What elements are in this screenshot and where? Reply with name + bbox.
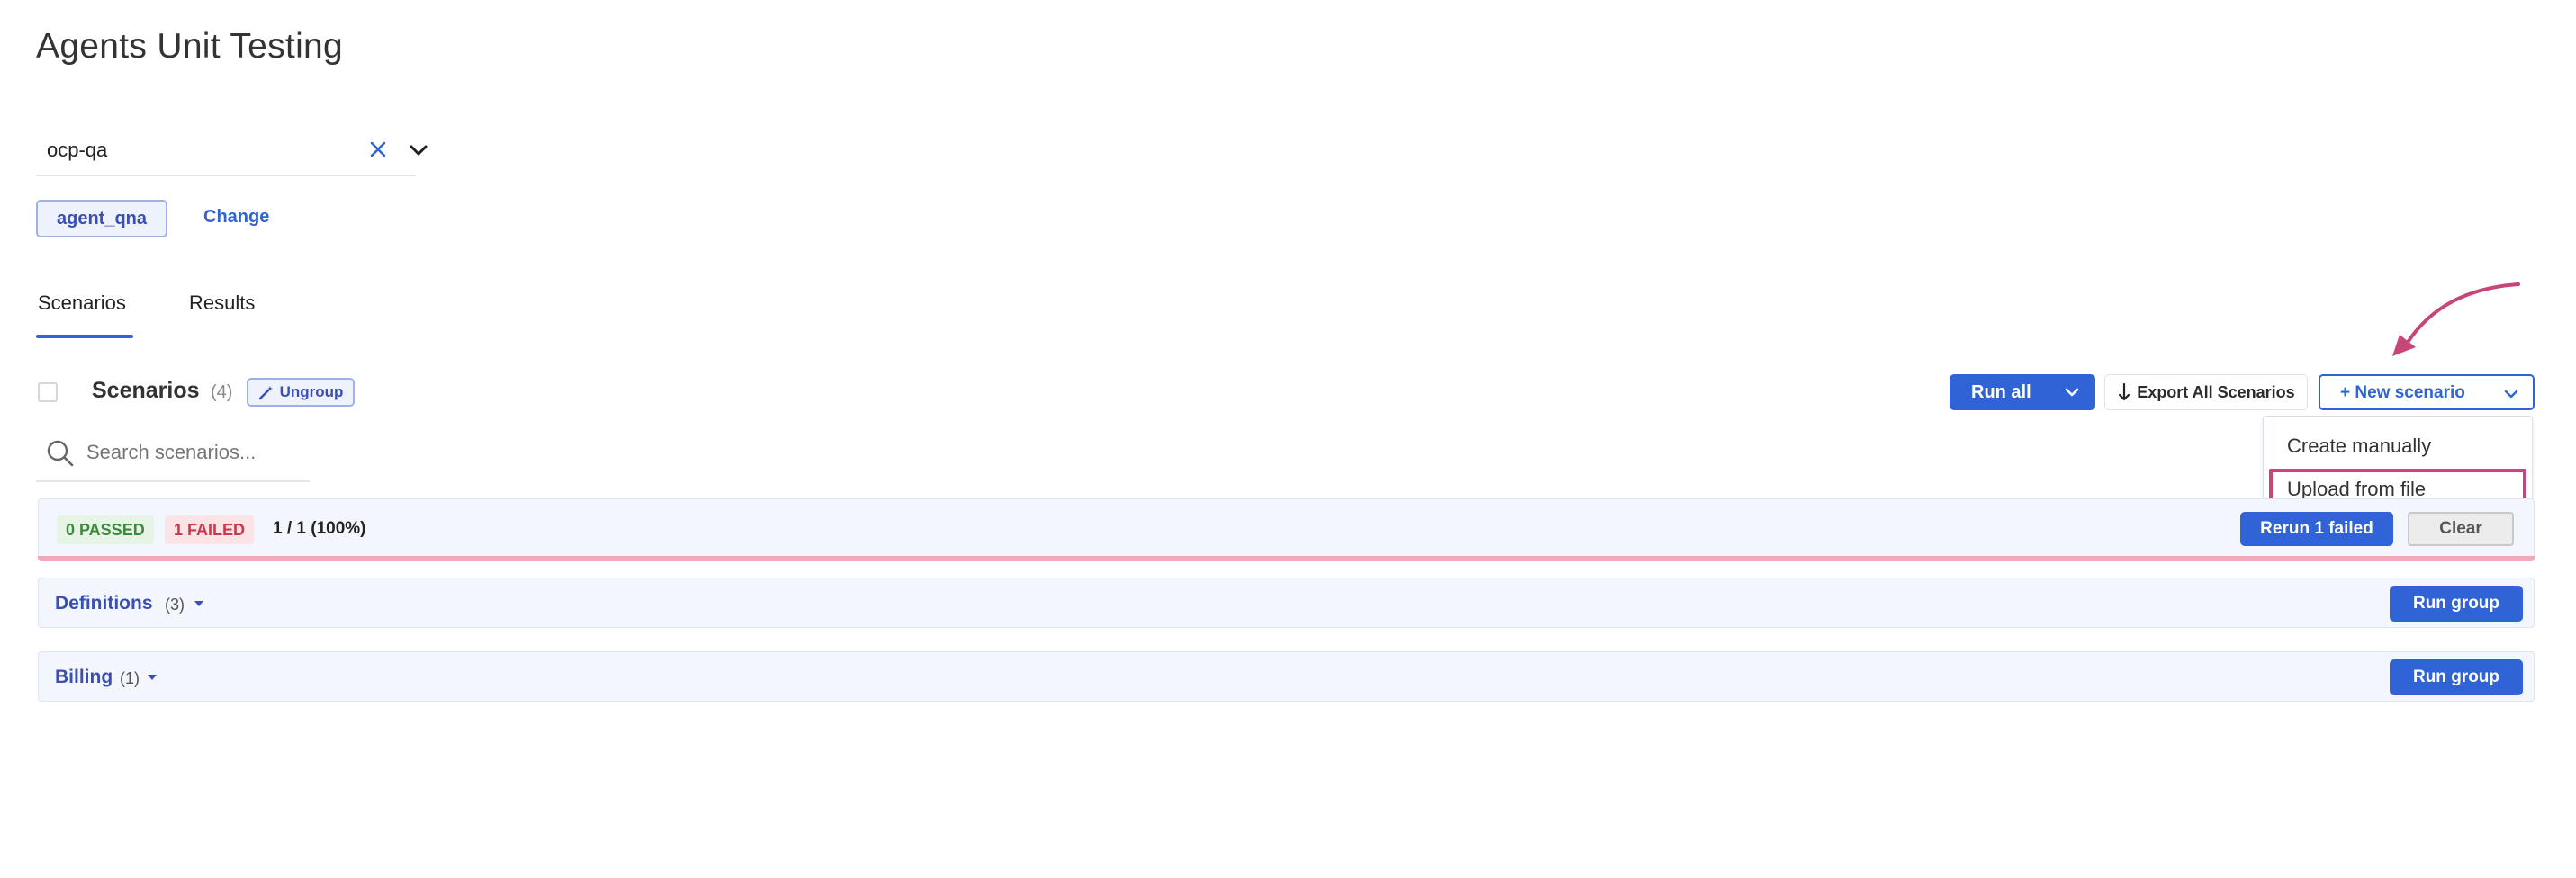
scenarios-heading: Scenarios bbox=[92, 378, 200, 403]
annotation-arrow-icon bbox=[2392, 282, 2520, 356]
project-select-value: ocp-qa bbox=[47, 139, 108, 161]
ungroup-button[interactable]: Ungroup bbox=[247, 378, 355, 407]
download-icon bbox=[2119, 382, 2130, 401]
page-title: Agents Unit Testing bbox=[36, 27, 344, 66]
ungroup-label: Ungroup bbox=[279, 383, 344, 400]
group-count: (1) bbox=[120, 669, 140, 687]
search-underline bbox=[36, 480, 310, 482]
search-icon bbox=[47, 440, 74, 467]
caret-down-icon[interactable] bbox=[192, 596, 206, 611]
search-input[interactable] bbox=[86, 441, 302, 464]
select-all-checkbox[interactable] bbox=[38, 382, 58, 402]
chevron-down-icon[interactable] bbox=[405, 137, 432, 164]
export-all-scenarios-button[interactable]: Export All Scenarios bbox=[2104, 374, 2308, 410]
clear-button[interactable]: Clear bbox=[2408, 512, 2514, 546]
active-tab-indicator bbox=[36, 335, 133, 338]
passed-badge: 0 PASSED bbox=[57, 515, 154, 544]
run-group-button[interactable]: Run group bbox=[2390, 586, 2523, 622]
group-name: Billing bbox=[55, 667, 113, 687]
tab-scenarios[interactable]: Scenarios bbox=[38, 291, 126, 315]
rerun-failed-button[interactable]: Rerun 1 failed bbox=[2240, 512, 2393, 546]
scenarios-count: (4) bbox=[211, 382, 233, 402]
tabs: Scenarios Results bbox=[36, 286, 306, 340]
run-all-label: Run all bbox=[1971, 382, 2031, 402]
chevron-down-icon[interactable] bbox=[2500, 383, 2522, 405]
failed-badge: 1 FAILED bbox=[165, 515, 255, 544]
run-group-button[interactable]: Run group bbox=[2390, 659, 2523, 695]
agent-chip: agent_qna bbox=[36, 200, 167, 237]
results-summary-row: 0 PASSED 1 FAILED 1 / 1 (100%) Rerun 1 f… bbox=[38, 498, 2535, 560]
magic-wand-icon bbox=[258, 386, 273, 400]
run-all-button[interactable]: Run all bbox=[1950, 374, 2095, 410]
group-count: (3) bbox=[165, 596, 185, 614]
new-scenario-label: + New scenario bbox=[2340, 383, 2465, 402]
results-progress-bar bbox=[38, 556, 2535, 561]
export-label: Export All Scenarios bbox=[2137, 382, 2295, 401]
progress-text: 1 / 1 (100%) bbox=[273, 519, 366, 538]
caret-down-icon[interactable] bbox=[145, 670, 159, 685]
group-name: Definitions bbox=[55, 593, 153, 614]
project-select[interactable]: ocp-qa bbox=[36, 126, 428, 176]
group-row-definitions[interactable]: Definitions (3) Run group bbox=[38, 578, 2535, 628]
tab-results[interactable]: Results bbox=[189, 291, 255, 315]
chevron-down-icon[interactable] bbox=[2061, 381, 2083, 403]
change-agent-link[interactable]: Change bbox=[203, 207, 269, 228]
clear-icon[interactable] bbox=[365, 137, 391, 162]
menu-item-create-manually[interactable]: Create manually bbox=[2287, 435, 2431, 458]
new-scenario-button[interactable]: + New scenario bbox=[2319, 374, 2535, 410]
group-row-billing[interactable]: Billing (1) Run group bbox=[38, 651, 2535, 702]
